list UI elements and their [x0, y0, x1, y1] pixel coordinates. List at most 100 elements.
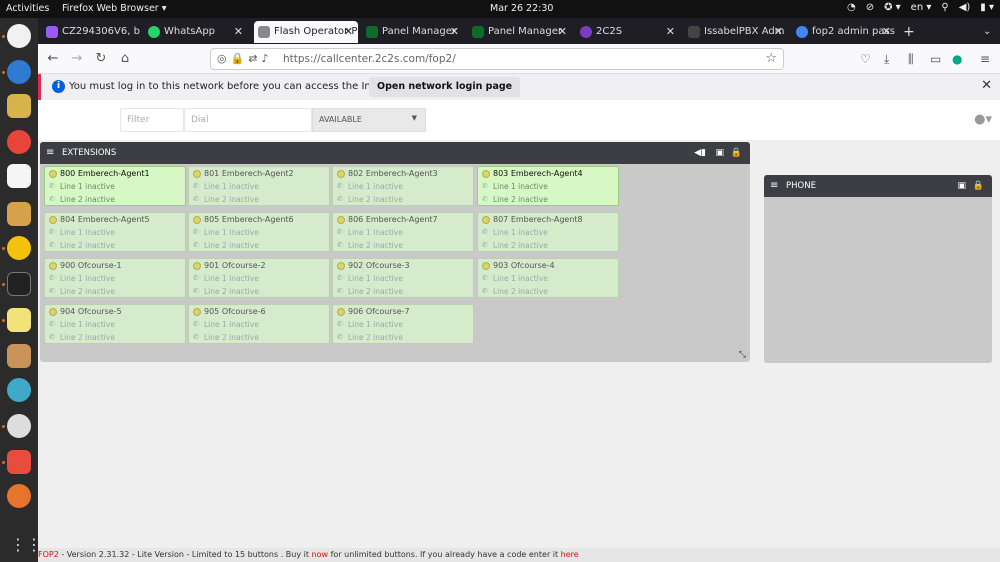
language-selector[interactable]: en ▾	[911, 2, 932, 13]
extension-button[interactable]: 901 Ofcourse-2 ✆ Line 1 inactive ✆ Line 2 in…	[188, 258, 330, 298]
extension-button[interactable]: 805 Emberech-Agent6 ✆ Line 1 inactive ✆ Line…	[188, 212, 330, 252]
reload-icon[interactable]: ↻	[92, 50, 110, 68]
maximize-icon[interactable]: ▣	[957, 175, 966, 197]
chevron-down-icon: ▼	[411, 114, 417, 122]
chrome-dock-icon[interactable]	[7, 236, 31, 260]
rhythmbox-dock-icon[interactable]	[7, 94, 31, 118]
extension-button[interactable]: 806 Emberech-Agent7 ✆ Line 1 inactive ✆ Line…	[332, 212, 474, 252]
extension-button[interactable]: 802 Emberech-Agent3 ✆ Line 1 inactive ✆ Line…	[332, 166, 474, 206]
extension-button[interactable]: 803 Emberech-Agent4 ✆ Line 1 inactive ✆ Line…	[477, 166, 619, 206]
site-info-icons[interactable]: ◎🔒⇄♪	[217, 52, 273, 65]
fop2-favicon	[258, 26, 270, 38]
show-applications-icon[interactable]: ⋮⋮	[10, 536, 42, 554]
thunderbird-dock-icon[interactable]	[7, 60, 31, 84]
user-menu-icon[interactable]: ●▾	[974, 112, 992, 127]
tab-fop2-admin[interactable]: fop2 admin pass ✕	[792, 21, 896, 43]
tab-2c2s[interactable]: 2C2S ✕	[576, 21, 680, 43]
close-tab-icon[interactable]: ✕	[558, 21, 567, 43]
dial-input[interactable]: Dial	[184, 108, 312, 132]
close-notification-icon[interactable]: ✕	[981, 78, 992, 93]
lock-icon[interactable]: 🔒	[731, 142, 742, 164]
line1-status: Line 1 inactive	[348, 274, 403, 283]
app-menu[interactable]: Firefox Web Browser ▾	[62, 3, 166, 14]
volume-icon[interactable]: ◀)	[959, 2, 971, 13]
line2-status: Line 2 inactive	[60, 195, 115, 204]
megaphone-icon[interactable]: ◀▮	[694, 142, 706, 164]
activities-button[interactable]: Activities	[6, 3, 49, 14]
line2-status: Line 2 inactive	[348, 333, 403, 342]
terminal-dock-icon[interactable]	[7, 272, 31, 296]
battery-icon[interactable]: ▮ ▾	[980, 2, 994, 13]
tab-issabelpbx[interactable]: IssabelPBX Adm ✕	[684, 21, 788, 43]
buy-now-link[interactable]: now	[312, 550, 329, 559]
close-tab-icon[interactable]: ✕	[774, 21, 783, 43]
tab-panel-manager-1[interactable]: Panel Manager ✕	[362, 21, 464, 43]
presence-value: AVAILABLE	[319, 115, 362, 124]
tab-whatsapp[interactable]: WhatsApp ✕	[144, 21, 248, 43]
open-login-page-button[interactable]: Open network login page	[369, 77, 521, 97]
running-indicator	[2, 319, 5, 322]
extension-button[interactable]: 904 Ofcourse-5 ✆ Line 1 inactive ✆ Line 2 in…	[44, 304, 186, 344]
firefox-dock-icon[interactable]	[7, 24, 31, 48]
new-tab-button[interactable]: +	[903, 21, 915, 43]
drag-handle-icon[interactable]: ≡	[46, 142, 54, 164]
url-text[interactable]: https://callcenter.2c2s.com/fop2/	[283, 53, 456, 65]
close-tab-icon[interactable]: ✕	[666, 21, 675, 43]
extension-button[interactable]: 807 Emberech-Agent8 ✆ Line 1 inactive ✆ Line…	[477, 212, 619, 252]
close-tab-icon[interactable]: ✕	[450, 21, 459, 43]
close-tab-icon[interactable]: ✕	[344, 21, 353, 43]
extension-button[interactable]: 801 Emberech-Agent2 ✆ Line 1 inactive ✆ Line…	[188, 166, 330, 206]
tab-cz294306v6[interactable]: CZ294306V6, ba	[42, 21, 140, 43]
url-bar[interactable]: ◎🔒⇄♪ https://callcenter.2c2s.com/fop2/ ☆	[210, 48, 784, 70]
list-all-tabs-icon[interactable]: ⌄	[983, 21, 991, 43]
extension-button[interactable]: 903 Ofcourse-4 ✆ Line 1 inactive ✆ Line 2 in…	[477, 258, 619, 298]
cyclic-tray-icon[interactable]: ⊘	[866, 2, 874, 13]
network-icon[interactable]: ⚲	[941, 2, 948, 13]
line2-status: Line 2 inactive	[204, 241, 259, 250]
libreoffice-writer-dock-icon[interactable]	[7, 164, 31, 188]
sidebar-icon[interactable]: ▭	[930, 50, 941, 68]
downloads-icon[interactable]: ⤓	[884, 50, 889, 68]
app-dock-icon[interactable]	[7, 484, 31, 508]
forward-icon[interactable]: →	[68, 50, 86, 68]
archive-dock-icon[interactable]	[7, 344, 31, 368]
filter-input[interactable]: Filter	[120, 108, 184, 132]
footer-text: - Version 2.31.32 - Lite Version - Limit…	[58, 550, 312, 559]
panel-manager-icon	[472, 26, 484, 38]
remmina-dock-icon[interactable]	[7, 378, 31, 402]
maximize-icon[interactable]: ▣	[715, 142, 724, 164]
line1-status: Line 1 inactive	[204, 274, 259, 283]
pocket-icon[interactable]: ♡	[860, 50, 871, 68]
help-dock-icon[interactable]	[7, 130, 31, 154]
extension-button[interactable]: 902 Ofcourse-3 ✆ Line 1 inactive ✆ Line 2 in…	[332, 258, 474, 298]
resize-icon[interactable]: ⤡	[739, 350, 746, 360]
back-icon[interactable]: ←	[44, 50, 62, 68]
bookmark-star-icon[interactable]: ☆	[765, 51, 777, 66]
library-icon[interactable]: ⫼	[908, 50, 914, 68]
tab-flash-operator-panel[interactable]: Flash Operator P ✕	[254, 21, 358, 43]
extension-button[interactable]: 906 Ofcourse-7 ✆ Line 1 inactive ✆ Line 2 in…	[332, 304, 474, 344]
firefox-tray-icon[interactable]: ◔	[847, 2, 856, 13]
clock[interactable]: Mar 26 22:30	[490, 3, 553, 14]
close-tab-icon[interactable]: ✕	[882, 21, 891, 43]
settings-dock-icon[interactable]	[7, 414, 31, 438]
close-tab-icon[interactable]: ✕	[234, 21, 243, 43]
extension-button[interactable]: 800 Emberech-Agent1 ✆ Line 1 inactive ✆ Line…	[44, 166, 186, 206]
grammarly-icon[interactable]: ●	[952, 50, 962, 68]
text-editor-dock-icon[interactable]	[7, 308, 31, 332]
presence-select[interactable]: AVAILABLE ▼	[312, 108, 426, 132]
anydesk-dock-icon[interactable]	[7, 450, 31, 474]
extension-button[interactable]: 900 Ofcourse-1 ✆ Line 1 inactive ✆ Line 2 in…	[44, 258, 186, 298]
extension-button[interactable]: 905 Ofcourse-6 ✆ Line 1 inactive ✆ Line 2 in…	[188, 304, 330, 344]
enter-code-link[interactable]: here	[561, 550, 579, 559]
extension-button[interactable]: 804 Emberech-Agent5 ✆ Line 1 inactive ✆ Line…	[44, 212, 186, 252]
store-dock-icon[interactable]	[7, 202, 31, 226]
menu-icon[interactable]: ≡	[980, 50, 990, 68]
running-indicator	[2, 71, 5, 74]
drag-handle-icon[interactable]: ≡	[770, 175, 778, 197]
home-icon[interactable]: ⌂	[116, 50, 134, 68]
lock-icon[interactable]: 🔒	[973, 175, 984, 197]
tab-panel-manager-2[interactable]: Panel Manager ✕	[468, 21, 572, 43]
phone-line-icon: ✆	[49, 287, 55, 295]
accessibility-icon[interactable]: ✪ ▾	[884, 2, 901, 13]
